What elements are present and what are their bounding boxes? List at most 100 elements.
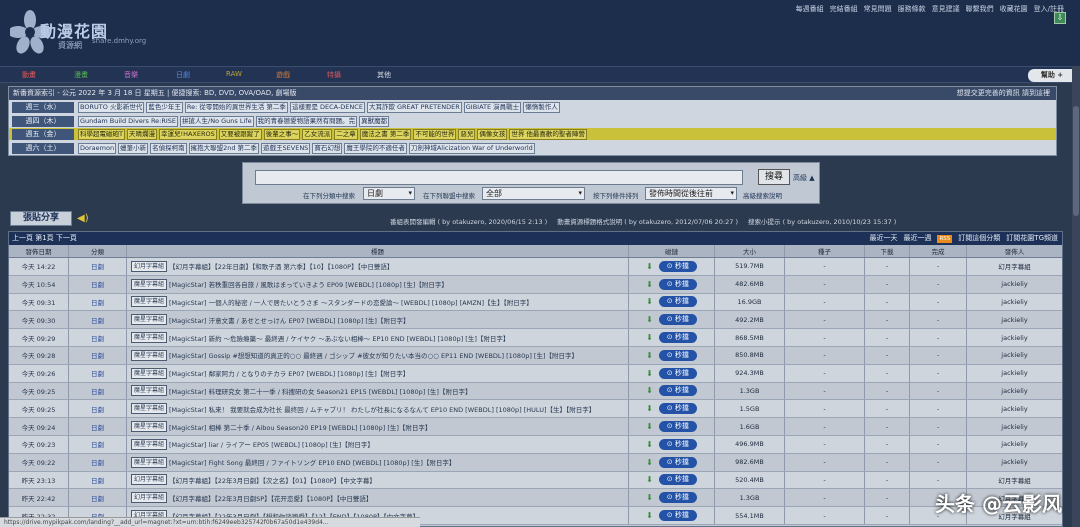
row-publisher[interactable]: jackieliy — [967, 365, 1062, 382]
download-arrow-icon[interactable]: ⬇ — [646, 315, 653, 324]
team-select[interactable]: 全部 — [482, 187, 585, 200]
magnet-button[interactable]: ⊙ 秒擋 — [658, 332, 697, 344]
show-link[interactable]: 世界 他最喜歡的聖者陣營 — [509, 128, 587, 140]
nav-other[interactable]: 其他 — [377, 70, 391, 80]
show-link[interactable]: Gundam Build Divers Re:RISE — [78, 115, 179, 127]
nav-anime[interactable]: 動畫 — [22, 70, 36, 80]
col-completed[interactable]: 完成 — [910, 245, 967, 257]
group-tag[interactable]: 魔星字幕組 — [131, 403, 168, 415]
row-title[interactable]: 【幻月字幕組】【22年3月日劇SP】【花开恋愛】【1080P】【中日雙語】 — [169, 493, 372, 503]
extension-icon[interactable]: ⇩ — [1054, 12, 1066, 24]
download-arrow-icon[interactable]: ⬇ — [646, 280, 653, 289]
search-help-link[interactable]: 高級搜索說明 — [743, 190, 782, 200]
row-publisher[interactable]: jackieliy — [967, 294, 1062, 311]
download-arrow-icon[interactable]: ⬇ — [646, 440, 653, 449]
row-category[interactable]: 日劇 — [69, 382, 127, 400]
link-terms[interactable]: 服務條款 — [898, 4, 926, 14]
show-link[interactable]: 寶石幻想 — [312, 142, 343, 154]
row-title[interactable]: 【幻月字幕組】【22年日劇】【和歌子酒 第六季】【10】【1080P】【中日雙語… — [169, 261, 393, 271]
download-arrow-icon[interactable]: ⬇ — [646, 404, 653, 413]
row-category[interactable]: 日劇 — [69, 346, 127, 364]
row-publisher[interactable]: jackieliy — [967, 276, 1062, 293]
row-title[interactable]: [MagicStar] 新約 ～危險瘾藥～ 最終週 / ケイヤク ～あぶない相棒… — [169, 333, 509, 343]
row-title[interactable]: 【幻月字幕組】【22年3月日劇】【次之名】【01】【1080P】【中文字幕】 — [169, 475, 376, 485]
download-arrow-icon[interactable]: ⬇ — [646, 351, 653, 360]
show-link[interactable]: Re: 從零開始的異世界生活 第二季 — [184, 101, 288, 113]
show-link[interactable]: 藍色少年王 — [146, 101, 183, 113]
row-publisher[interactable]: 幻月字幕組 — [967, 472, 1062, 489]
row-category[interactable]: 日劇 — [69, 435, 127, 453]
show-link[interactable]: 科學超電磁砲T — [78, 128, 125, 140]
col-category[interactable]: 分類 — [69, 245, 127, 257]
col-title[interactable]: 標題 — [127, 245, 629, 257]
show-link[interactable]: 偶像女孩 — [477, 128, 508, 140]
search-input[interactable] — [255, 170, 743, 185]
notice-link[interactable]: 搜索小提示 ( by otakuzero, 2010/10/23 15:37 ) — [748, 216, 896, 226]
row-category[interactable]: 日劇 — [69, 311, 127, 329]
row-category[interactable]: 日劇 — [69, 275, 127, 293]
group-tag[interactable]: 幻月字幕組 — [131, 474, 168, 486]
nav-drama[interactable]: 日劇 — [176, 70, 190, 80]
row-title[interactable]: [MagicStar] 相棒 第二十季 / Aibou Season20 EP1… — [169, 422, 431, 432]
group-tag[interactable]: 魔星字幕組 — [131, 314, 168, 326]
magnet-button[interactable]: ⊙ 秒擋 — [658, 385, 697, 397]
group-tag[interactable]: 魔星字幕組 — [131, 438, 168, 450]
row-title[interactable]: [MagicStar] 鄰家阿力 / となりのチカラ EP07 [WEBDL] … — [169, 368, 409, 378]
show-link[interactable]: 二之章 — [334, 128, 358, 140]
group-tag[interactable]: 魔星字幕組 — [131, 385, 168, 397]
row-title[interactable]: [MagicStar] 料理研究女 第二十一季 / 科捜研の女 Season21… — [169, 386, 471, 396]
subscribe-telegram-link[interactable]: 訂閱花園TG頻道 — [1006, 232, 1058, 245]
show-link[interactable]: 幸運兒!HAXEROS — [158, 128, 217, 140]
sort-select[interactable]: 發佈時間從後往前 — [645, 187, 737, 200]
link-weekly[interactable]: 每週番組 — [796, 4, 824, 14]
magnet-button[interactable]: ⊙ 秒擋 — [658, 438, 697, 450]
download-arrow-icon[interactable]: ⬇ — [646, 475, 653, 484]
show-link[interactable]: 惡兒 — [458, 128, 476, 140]
magnet-button[interactable]: ⊙ 秒擋 — [658, 296, 697, 308]
col-seeds[interactable]: 種子 — [785, 245, 865, 257]
magnet-button[interactable]: ⊙ 秒擋 — [658, 314, 697, 326]
row-category[interactable]: 日劇 — [69, 453, 127, 471]
post-share-button[interactable]: 張貼分享 — [10, 211, 72, 226]
row-publisher[interactable]: jackieliy — [967, 311, 1062, 328]
show-link[interactable]: 拼搶人生/No Guns Life — [180, 115, 254, 127]
group-tag[interactable]: 魔星字幕組 — [131, 296, 168, 308]
search-button[interactable]: 搜尋 — [758, 169, 790, 185]
category-select[interactable]: 日劇 — [363, 187, 415, 200]
col-publisher[interactable]: 發佈人 — [967, 245, 1062, 257]
magnet-button[interactable]: ⊙ 秒擋 — [658, 421, 697, 433]
show-link[interactable]: 乙女流派 — [302, 128, 333, 140]
notice-link[interactable]: 動畫資源標題格式說明 ( by otakuzero, 2012/07/06 20… — [557, 216, 738, 226]
nav-music[interactable]: 音樂 — [124, 70, 138, 80]
col-date[interactable]: 發佈日期 — [9, 245, 69, 257]
download-arrow-icon[interactable]: ⬇ — [646, 369, 653, 378]
site-logo[interactable]: 動漫花園 資源網 share.dmhy.org — [6, 4, 166, 60]
row-publisher[interactable]: jackieliy — [967, 454, 1062, 471]
download-arrow-icon[interactable]: ⬇ — [646, 493, 653, 502]
group-tag[interactable]: 魔星字幕組 — [131, 278, 168, 290]
group-tag[interactable]: 幻月字幕組 — [131, 492, 168, 504]
show-link[interactable]: 異獸魔都 — [359, 115, 390, 127]
show-link[interactable]: 擁抱大聯盟2nd 第二季 — [188, 142, 260, 154]
schedule-submit-link[interactable]: 想提交更完善的資訊 請到這裡 — [957, 87, 1050, 100]
group-tag[interactable]: 魔星字幕組 — [131, 456, 168, 468]
row-title[interactable]: [MagicStar] 汗意文書 / あせとせっけん EP07 [WEBDL] … — [169, 315, 409, 325]
row-category[interactable]: 日劇 — [69, 418, 127, 435]
magnet-button[interactable]: ⊙ 秒擋 — [658, 278, 697, 290]
show-link[interactable]: 刀劍神域Alicization War of Underworld — [408, 142, 535, 154]
download-arrow-icon[interactable]: ⬇ — [646, 386, 653, 395]
row-category[interactable]: 日劇 — [69, 329, 127, 346]
row-category[interactable]: 日劇 — [69, 364, 127, 382]
rss-icon[interactable]: RSS — [937, 234, 953, 243]
show-link[interactable]: 又要被跟蹤了 — [218, 128, 262, 140]
magnet-button[interactable]: ⊙ 秒擋 — [658, 456, 697, 468]
row-publisher[interactable]: 幻月字幕組 — [967, 258, 1062, 275]
show-link[interactable]: 懶惰製作人 — [523, 101, 560, 113]
show-link[interactable]: GIBIATE 演員戰士 — [463, 101, 522, 113]
show-link[interactable]: 我的青春戀愛物語果然有問題。完 — [255, 115, 358, 127]
row-title[interactable]: [MagicStar] 若秩重回各自旅 / 風歌はまっていきよう EP09 [W… — [169, 279, 448, 289]
filter-last-day[interactable]: 最近一天 — [869, 232, 897, 245]
download-arrow-icon[interactable]: ⬇ — [646, 422, 653, 431]
magnet-button[interactable]: ⊙ 秒擋 — [658, 510, 697, 522]
scrollbar-thumb[interactable] — [1073, 106, 1079, 216]
